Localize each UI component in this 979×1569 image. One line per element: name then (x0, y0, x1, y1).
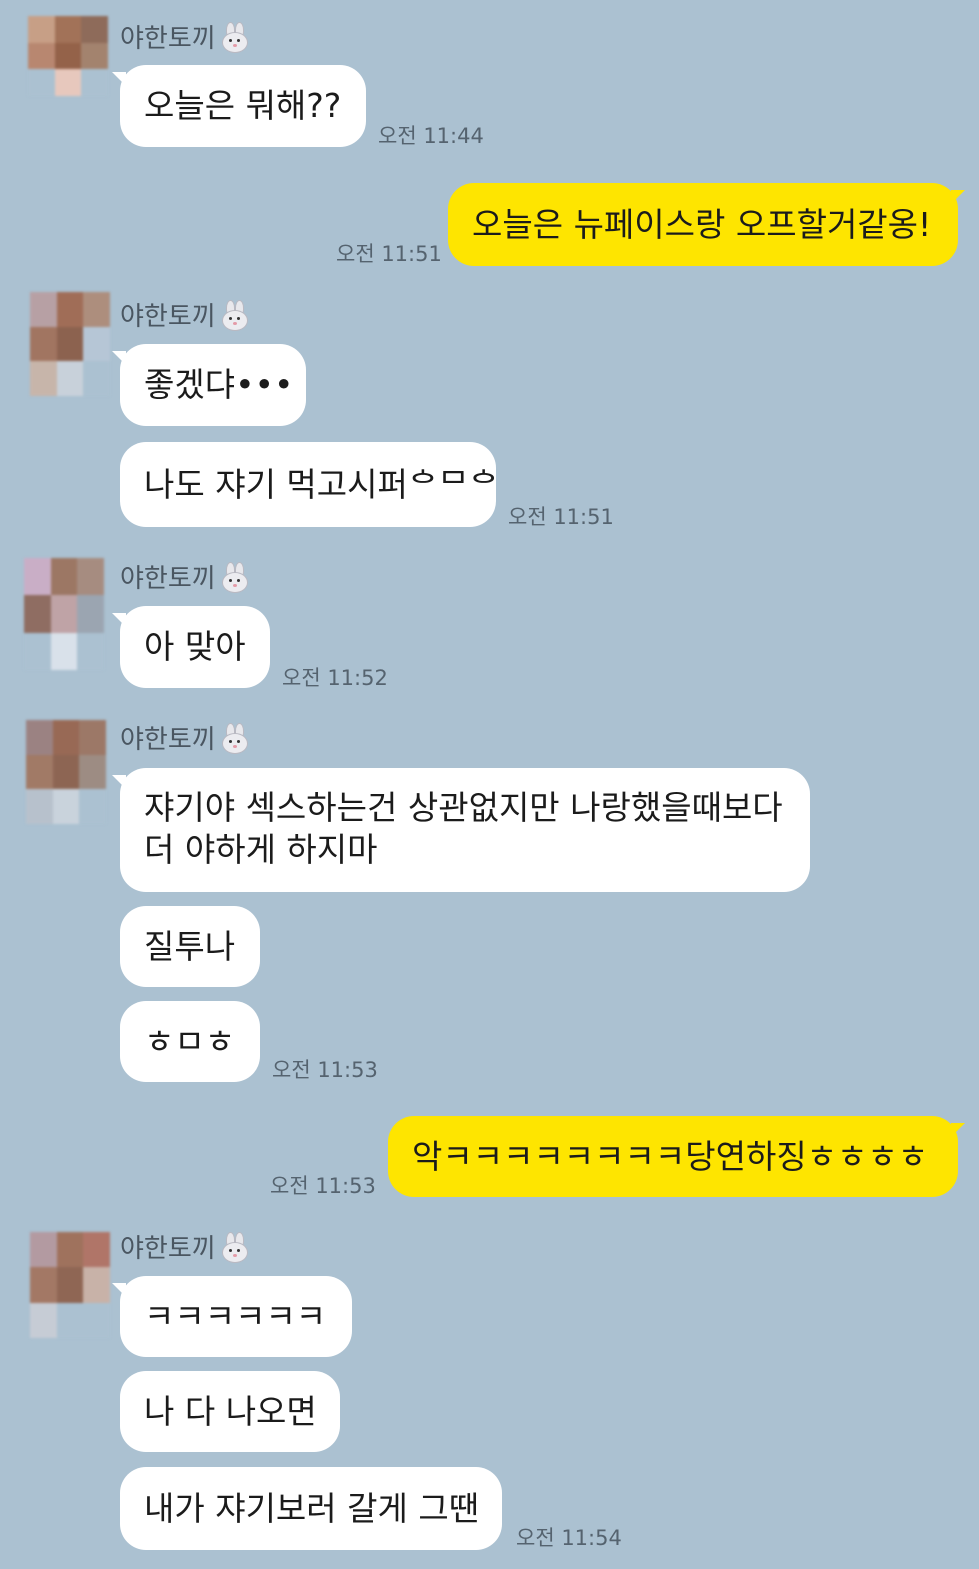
message-text: 나도 쟈기 먹고시퍼ᅌᄆᅌ (144, 464, 499, 504)
message-text: 좋겠댜••• (144, 365, 294, 404)
avatar[interactable] (30, 292, 110, 396)
message-time: 오전 11:51 (336, 242, 442, 266)
message-time: 오전 11:54 (516, 1526, 622, 1550)
incoming-message-bubble[interactable]: ㅋㅋㅋㅋㅋㅋ (120, 1276, 352, 1357)
bubble-tail (951, 190, 965, 204)
sender-name: 야한토끼 (120, 723, 248, 756)
sender-name-text: 야한토끼 (120, 1234, 216, 1264)
sender-name: 야한토끼 (120, 300, 248, 333)
message-text-line: 쟈기야 섹스하는건 상관없지만 나랑했을때보다 (144, 788, 783, 827)
incoming-message-bubble[interactable]: 나 다 나오면 (120, 1371, 340, 1452)
incoming-message-bubble[interactable]: ㅎㅁㅎ (120, 1001, 260, 1082)
bubble-tail (951, 1123, 965, 1137)
sender-name: 야한토끼 (120, 1232, 248, 1265)
sender-name-text: 야한토끼 (120, 725, 216, 755)
message-text: 내가 쟈기보러 갈게 그땐 (144, 1488, 480, 1528)
avatar[interactable] (30, 1232, 110, 1338)
message-time: 오전 11:53 (272, 1058, 378, 1082)
message-time: 오전 11:52 (282, 666, 388, 690)
sender-name-text: 야한토끼 (120, 564, 216, 594)
message-time: 오전 11:51 (508, 505, 614, 529)
avatar[interactable] (26, 720, 106, 824)
message-text-line: 더 야하게 하지마 (144, 830, 378, 869)
message-text: 오늘은 뉴페이스랑 오프할거같옹! (472, 204, 932, 244)
rabbit-face-icon (220, 723, 248, 754)
incoming-message-bubble[interactable]: 질투나 (120, 906, 260, 987)
incoming-message-bubble[interactable]: 아 맞아 (120, 606, 270, 688)
rabbit-face-icon (220, 22, 248, 53)
incoming-message-bubble[interactable]: 나도 쟈기 먹고시퍼ᅌᄆᅌ (120, 442, 499, 527)
rabbit-face-icon (220, 1232, 248, 1263)
sender-name: 야한토끼 (120, 562, 248, 595)
message-text: 나 다 나오면 (144, 1391, 317, 1431)
message-text: 아 맞아 (144, 627, 246, 666)
avatar[interactable] (28, 16, 108, 96)
message-text: 오늘은 뭐해?? (144, 86, 342, 125)
sender-name: 야한토끼 (120, 22, 248, 55)
incoming-message-bubble[interactable]: 내가 쟈기보러 갈게 그땐 (120, 1467, 502, 1550)
avatar[interactable] (24, 558, 104, 670)
message-text: ㅋㅋㅋㅋㅋㅋ (144, 1296, 327, 1336)
incoming-message-bubble[interactable]: 오늘은 뭐해?? (120, 65, 366, 147)
rabbit-face-icon (220, 562, 248, 593)
incoming-message-bubble[interactable]: 좋겠댜••• (120, 344, 306, 426)
sender-name-text: 야한토끼 (120, 24, 216, 54)
outgoing-message-bubble[interactable]: 악ㅋㅋㅋㅋㅋㅋㅋㅋ당연하징ㅎㅎㅎㅎ (388, 1116, 958, 1197)
incoming-message-bubble[interactable]: 쟈기야 섹스하는건 상관없지만 나랑했을때보다 더 야하게 하지마 (120, 768, 810, 892)
message-text: 악ㅋㅋㅋㅋㅋㅋㅋㅋ당연하징ㅎㅎㅎㅎ (412, 1136, 929, 1176)
message-text: 질투나 (144, 926, 236, 966)
rabbit-face-icon (220, 300, 248, 331)
message-text: ㅎㅁㅎ (144, 1021, 236, 1061)
message-time: 오전 11:53 (270, 1174, 376, 1198)
chat-room: 야한토끼 오늘은 뭐해?? 오전 11:44 오늘은 뉴페이스랑 오프할거같옹!… (0, 0, 979, 1569)
message-time: 오전 11:44 (378, 124, 484, 148)
outgoing-message-bubble[interactable]: 오늘은 뉴페이스랑 오프할거같옹! (448, 183, 958, 266)
sender-name-text: 야한토끼 (120, 302, 216, 332)
